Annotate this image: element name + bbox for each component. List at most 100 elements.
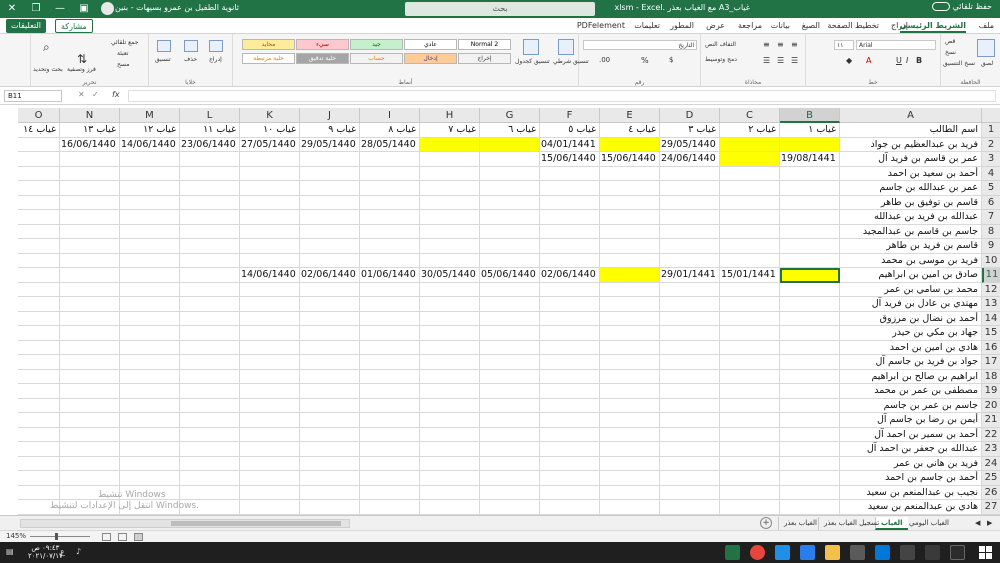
cell-M3[interactable]: [120, 152, 180, 167]
language-indicator[interactable]: ع: [60, 547, 65, 556]
share-button[interactable]: مشاركة: [55, 19, 93, 33]
cell-N4[interactable]: [60, 166, 120, 181]
cell-L15[interactable]: [180, 326, 240, 341]
cell-J17[interactable]: [300, 355, 360, 370]
cell-D17[interactable]: [660, 355, 720, 370]
column-header-M[interactable]: M: [120, 108, 180, 123]
cell-K3[interactable]: [240, 152, 300, 167]
row-header-17[interactable]: 17: [982, 355, 1000, 370]
search-box[interactable]: بحث: [405, 2, 595, 16]
cell-I24[interactable]: [360, 456, 420, 471]
cell-A9[interactable]: قاسم بن فريد بن طاهر: [840, 239, 982, 254]
cell-L13[interactable]: [180, 297, 240, 312]
cell-G5[interactable]: [480, 181, 540, 196]
cell-E19[interactable]: [600, 384, 660, 399]
style-input[interactable]: إدخال: [404, 53, 457, 64]
cell-H25[interactable]: [420, 471, 480, 486]
cell-J13[interactable]: [300, 297, 360, 312]
cell-L1[interactable]: غياب ١١: [180, 123, 240, 138]
cell-G2[interactable]: [480, 137, 540, 152]
cell-I3[interactable]: [360, 152, 420, 167]
cell-E27[interactable]: [600, 500, 660, 515]
cell-O14[interactable]: [18, 311, 60, 326]
enter-icon[interactable]: ✓: [92, 90, 99, 99]
font-size-select[interactable]: ١١: [834, 40, 854, 50]
cell-N24[interactable]: [60, 456, 120, 471]
cell-M5[interactable]: [120, 181, 180, 196]
column-header-N[interactable]: N: [60, 108, 120, 123]
cell-C26[interactable]: [720, 485, 780, 500]
cell-J11[interactable]: 02/06/1440: [300, 268, 360, 283]
number-format-select[interactable]: التاريخ: [583, 40, 697, 50]
row-header-9[interactable]: 9: [982, 239, 1000, 254]
cell-J6[interactable]: [300, 195, 360, 210]
column-header-G[interactable]: G: [480, 108, 540, 123]
cell-K15[interactable]: [240, 326, 300, 341]
cell-L11[interactable]: [180, 268, 240, 283]
cell-C12[interactable]: [720, 282, 780, 297]
cell-G10[interactable]: [480, 253, 540, 268]
close-icon[interactable]: ✕: [0, 0, 24, 18]
cell-E23[interactable]: [600, 442, 660, 457]
column-header-J[interactable]: J: [300, 108, 360, 123]
cell-N23[interactable]: [60, 442, 120, 457]
cell-I1[interactable]: غياب ٨: [360, 123, 420, 138]
cell-O25[interactable]: [18, 471, 60, 486]
column-header-H[interactable]: H: [420, 108, 480, 123]
cell-H24[interactable]: [420, 456, 480, 471]
cell-L14[interactable]: [180, 311, 240, 326]
font-color-icon[interactable]: A: [866, 56, 871, 65]
sort-filter-button[interactable]: فرز وتصفية: [67, 66, 96, 73]
clear-button[interactable]: مسح: [117, 61, 129, 68]
cell-O17[interactable]: [18, 355, 60, 370]
cell-D4[interactable]: [660, 166, 720, 181]
row-header-8[interactable]: 8: [982, 224, 1000, 239]
cell-G1[interactable]: غياب ٦: [480, 123, 540, 138]
cell-A20[interactable]: جاسم بن عمر بن جاسم: [840, 398, 982, 413]
autosum-button[interactable]: جمع تلقائي: [111, 39, 138, 46]
paste-icon[interactable]: [977, 39, 995, 57]
cell-M13[interactable]: [120, 297, 180, 312]
style-neutral[interactable]: محايد: [242, 39, 295, 50]
cell-O19[interactable]: [18, 384, 60, 399]
cell-N11[interactable]: [60, 268, 120, 283]
cell-E13[interactable]: [600, 297, 660, 312]
cell-F4[interactable]: [540, 166, 600, 181]
cell-G16[interactable]: [480, 340, 540, 355]
cell-B10[interactable]: [780, 253, 840, 268]
cell-C6[interactable]: [720, 195, 780, 210]
cell-B22[interactable]: [780, 427, 840, 442]
cell-H13[interactable]: [420, 297, 480, 312]
cell-M9[interactable]: [120, 239, 180, 254]
cell-L9[interactable]: [180, 239, 240, 254]
row-header-11[interactable]: 11: [982, 268, 1000, 283]
row-header-3[interactable]: 3: [982, 152, 1000, 167]
cell-H7[interactable]: [420, 210, 480, 225]
cell-K25[interactable]: [240, 471, 300, 486]
cell-K21[interactable]: [240, 413, 300, 428]
cell-E10[interactable]: [600, 253, 660, 268]
row-header-21[interactable]: 21: [982, 413, 1000, 428]
cell-G9[interactable]: [480, 239, 540, 254]
column-header-B[interactable]: B: [780, 108, 840, 123]
cell-B13[interactable]: [780, 297, 840, 312]
cell-O18[interactable]: [18, 369, 60, 384]
zoom-slider-handle[interactable]: [55, 533, 58, 540]
cell-B24[interactable]: [780, 456, 840, 471]
cell-J9[interactable]: [300, 239, 360, 254]
cell-D15[interactable]: [660, 326, 720, 341]
cell-G18[interactable]: [480, 369, 540, 384]
cell-J10[interactable]: [300, 253, 360, 268]
cell-A13[interactable]: مهتدي بن عادل بن فريد آل: [840, 297, 982, 312]
align-middle-icon[interactable]: ≡: [777, 40, 784, 49]
cell-J1[interactable]: غياب ٩: [300, 123, 360, 138]
cell-N2[interactable]: 16/06/1440: [60, 137, 120, 152]
row-header-18[interactable]: 18: [982, 369, 1000, 384]
cell-F3[interactable]: 15/06/1440: [540, 152, 600, 167]
cell-F20[interactable]: [540, 398, 600, 413]
cell-L24[interactable]: [180, 456, 240, 471]
cell-N7[interactable]: [60, 210, 120, 225]
cell-O12[interactable]: [18, 282, 60, 297]
cell-D25[interactable]: [660, 471, 720, 486]
cell-B4[interactable]: [780, 166, 840, 181]
